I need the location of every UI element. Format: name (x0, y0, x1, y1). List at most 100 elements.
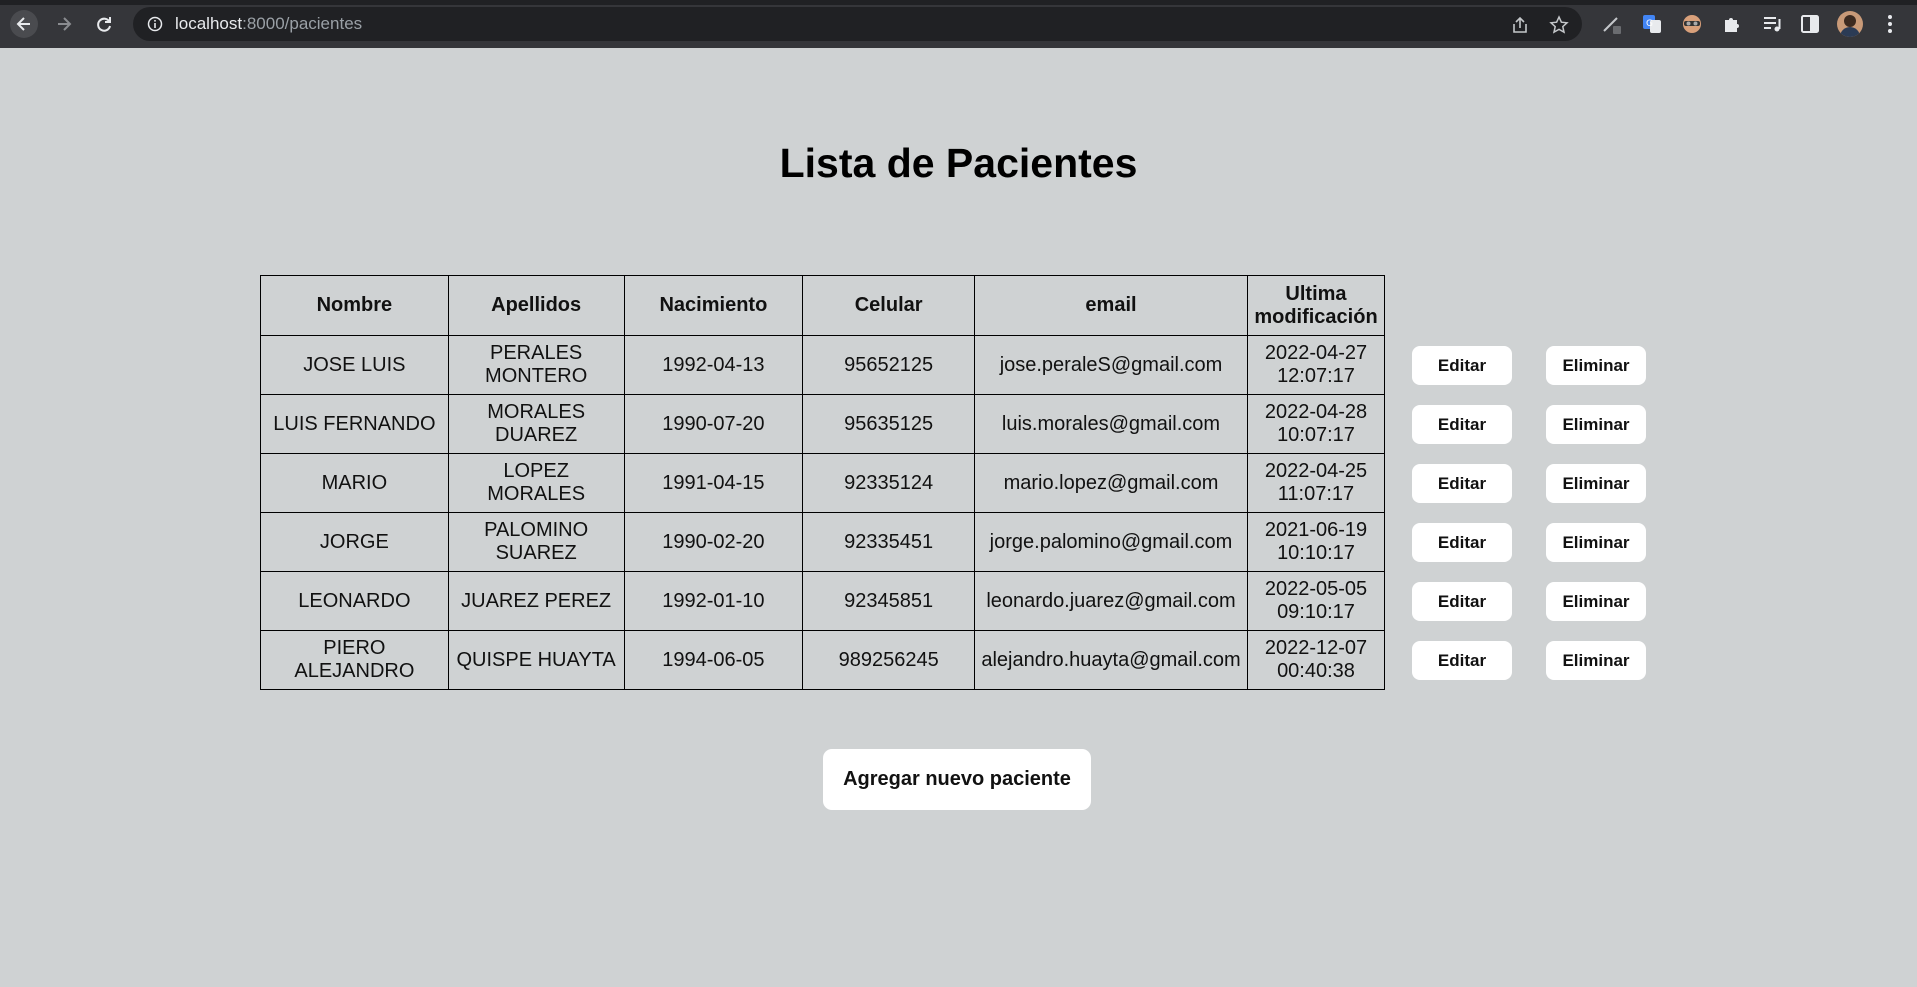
cell-email: jorge.palomino@gmail.com (974, 512, 1248, 572)
cell-hora: 11:07:17 (1277, 483, 1355, 505)
svg-text:G: G (1646, 19, 1653, 29)
cell-nacimiento: 1994-06-05 (623, 630, 804, 690)
arrow-right-icon (58, 17, 72, 31)
cell-fecha: 2021-06-19 (1264, 519, 1368, 541)
cell-nacimiento: 1990-02-20 (623, 512, 804, 572)
delete-button[interactable]: Eliminar (1546, 346, 1646, 385)
address-bar[interactable]: localhost:8000/pacientes (133, 7, 1582, 41)
header-email: email (974, 275, 1248, 336)
table-row: JORGE PALOMINO SUAREZ 1990-02-20 9233545… (260, 512, 1386, 572)
cell-hora: 12:07:17 (1277, 365, 1355, 387)
cell-email: alejandro.huayta@gmail.com (974, 630, 1248, 690)
cell-nombre: JORGE (260, 512, 449, 572)
cell-apellidos: MORALES DUAREZ (447, 394, 625, 454)
header-celular: Celular (802, 275, 976, 336)
cell-nombre: LEONARDO (260, 571, 449, 631)
edit-button[interactable]: Editar (1412, 464, 1512, 503)
table-row: LEONARDO JUAREZ PEREZ 1992-01-10 9234585… (260, 571, 1386, 631)
cell-email: jose.peraleS@gmail.com (974, 335, 1248, 395)
delete-button[interactable]: Eliminar (1546, 464, 1646, 503)
cell-ultima-modificacion: 2022-04-27 12:07:17 (1246, 335, 1386, 395)
delete-button[interactable]: Eliminar (1546, 582, 1646, 621)
side-panel-icon[interactable] (1798, 12, 1822, 36)
pen-extension-icon[interactable] (1600, 12, 1624, 36)
delete-button[interactable]: Eliminar (1546, 405, 1646, 444)
cell-apellidos: PERALES MONTERO (447, 335, 625, 395)
header-apellidos: Apellidos (447, 275, 625, 336)
cell-email: mario.lopez@gmail.com (974, 453, 1248, 513)
cell-nombre: LUIS FERNANDO (260, 394, 449, 454)
table-row: MARIO LOPEZ MORALES 1991-04-15 92335124 … (260, 453, 1386, 513)
patients-table: Nombre Apellidos Nacimiento Celular emai… (260, 275, 1386, 690)
reload-icon (97, 17, 111, 32)
cell-celular: 95635125 (802, 394, 976, 454)
edit-button[interactable]: Editar (1412, 641, 1512, 680)
cell-nacimiento: 1992-01-10 (623, 571, 804, 631)
back-button[interactable] (10, 10, 38, 38)
translate-extension-icon[interactable]: G (1640, 12, 1664, 36)
tab-strip (0, 0, 1917, 5)
edit-button[interactable]: Editar (1412, 523, 1512, 562)
header-nombre: Nombre (260, 275, 449, 336)
cell-celular: 92335451 (802, 512, 976, 572)
profile-avatar[interactable] (1837, 11, 1863, 37)
table-row: PIERO ALEJANDRO QUISPE HUAYTA 1994-06-05… (260, 630, 1386, 690)
url-host: localhost (175, 14, 243, 33)
cell-celular: 92335124 (802, 453, 976, 513)
cell-fecha: 2022-05-05 (1264, 578, 1368, 600)
header-ultima-modificacion: Ultima modificación (1246, 275, 1386, 336)
cell-email: luis.morales@gmail.com (974, 394, 1248, 454)
cell-nombre: JOSE LUIS (260, 335, 449, 395)
star-icon[interactable] (1549, 15, 1569, 35)
cell-ultima-modificacion: 2022-12-07 00:40:38 (1246, 630, 1386, 690)
header-ultima-line1: Ultima (1285, 282, 1347, 305)
delete-button[interactable]: Eliminar (1546, 641, 1646, 680)
url-path: :8000/pacientes (242, 14, 363, 33)
add-patient-button[interactable]: Agregar nuevo paciente (823, 749, 1091, 810)
cell-celular: 989256245 (802, 630, 976, 690)
cell-hora: 00:40:38 (1277, 660, 1355, 682)
page-title: Lista de Pacientes (779, 140, 1138, 186)
table-header-row: Nombre Apellidos Nacimiento Celular emai… (260, 275, 1386, 336)
cell-nacimiento: 1990-07-20 (623, 394, 804, 454)
cell-apellidos: LOPEZ MORALES (447, 453, 625, 513)
url-text: localhost:8000/pacientes (175, 15, 362, 33)
cell-hora: 10:10:17 (1277, 542, 1355, 564)
cell-apellidos: QUISPE HUAYTA (447, 630, 625, 690)
edit-button[interactable]: Editar (1412, 582, 1512, 621)
cell-fecha: 2022-04-25 (1264, 460, 1368, 482)
cell-nacimiento: 1992-04-13 (623, 335, 804, 395)
header-nacimiento: Nacimiento (623, 275, 804, 336)
table-row: JOSE LUIS PERALES MONTERO 1992-04-13 956… (260, 335, 1386, 395)
cell-ultima-modificacion: 2022-05-05 09:10:17 (1246, 571, 1386, 631)
cell-fecha: 2022-04-27 (1264, 342, 1368, 364)
share-icon[interactable] (1510, 15, 1530, 35)
media-control-icon[interactable] (1760, 12, 1784, 36)
cell-nacimiento: 1991-04-15 (623, 453, 804, 513)
cell-ultima-modificacion: 2022-04-25 11:07:17 (1246, 453, 1386, 513)
cell-celular: 92345851 (802, 571, 976, 631)
puzzle-icon[interactable] (1720, 12, 1744, 36)
cell-ultima-modificacion: 2022-04-28 10:07:17 (1246, 394, 1386, 454)
cell-hora: 09:10:17 (1277, 601, 1355, 623)
info-icon[interactable] (147, 16, 163, 32)
cell-ultima-modificacion: 2021-06-19 10:10:17 (1246, 512, 1386, 572)
edit-button[interactable]: Editar (1412, 346, 1512, 385)
forward-button[interactable] (50, 10, 78, 38)
kebab-menu-icon[interactable] (1878, 12, 1902, 36)
browser-toolbar: localhost:8000/pacientes G (0, 0, 1917, 48)
reload-button[interactable] (90, 10, 118, 38)
cell-nombre: PIERO ALEJANDRO (260, 630, 449, 690)
header-ultima-line2: modificación (1254, 305, 1378, 328)
spy-extension-icon[interactable] (1680, 12, 1704, 36)
cell-celular: 95652125 (802, 335, 976, 395)
delete-button[interactable]: Eliminar (1546, 523, 1646, 562)
cell-apellidos: PALOMINO SUAREZ (447, 512, 625, 572)
cell-email: leonardo.juarez@gmail.com (974, 571, 1248, 631)
cell-fecha: 2022-12-07 (1264, 637, 1368, 659)
cell-fecha: 2022-04-28 (1264, 401, 1368, 423)
table-row: LUIS FERNANDO MORALES DUAREZ 1990-07-20 … (260, 394, 1386, 454)
arrow-left-icon (16, 17, 30, 31)
edit-button[interactable]: Editar (1412, 405, 1512, 444)
cell-nombre: MARIO (260, 453, 449, 513)
